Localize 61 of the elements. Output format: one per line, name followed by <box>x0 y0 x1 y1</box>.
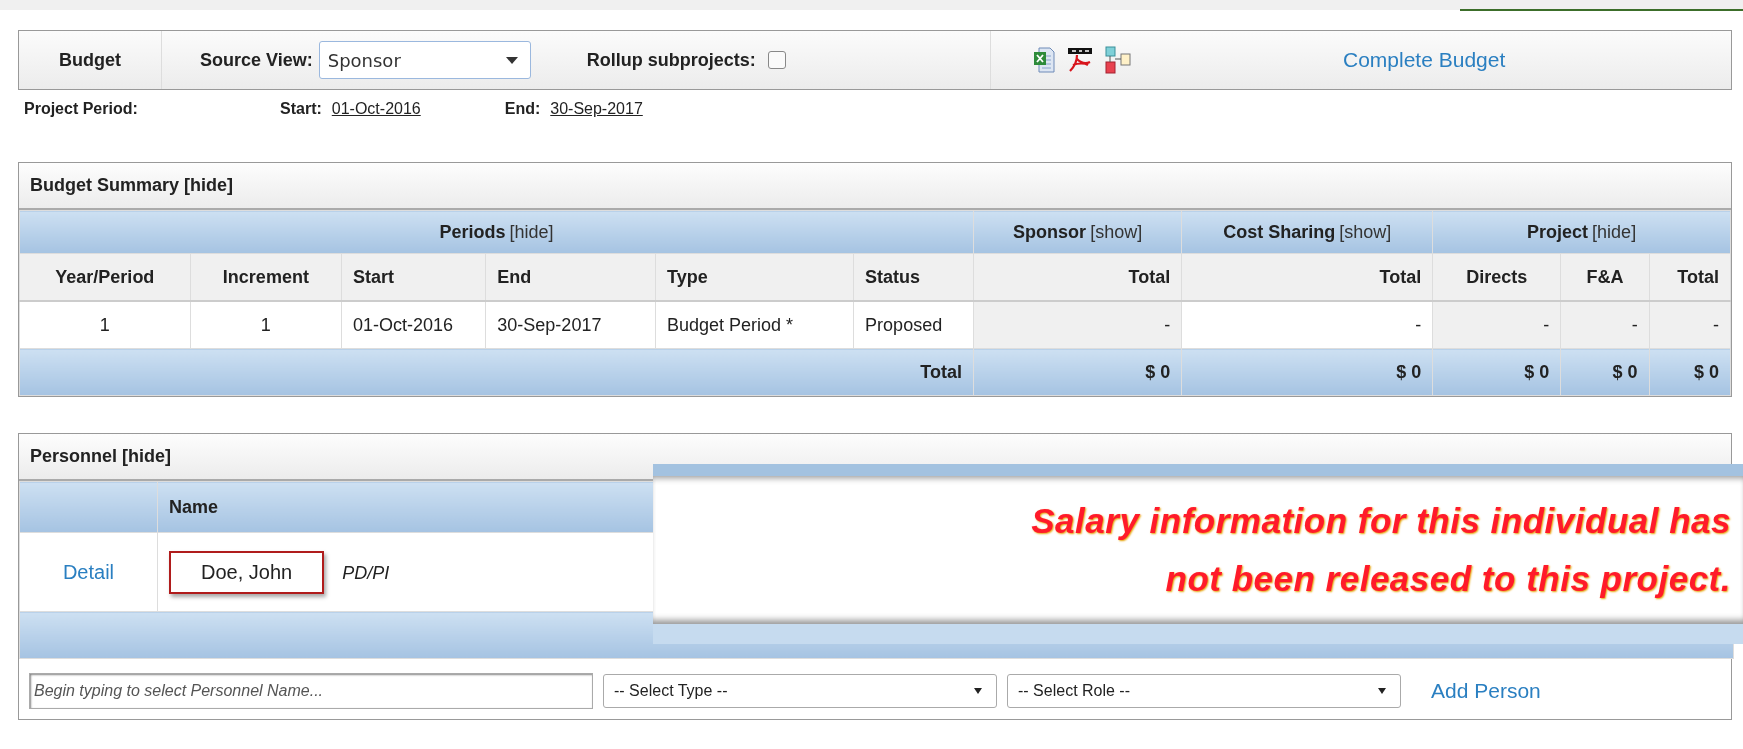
group-label: Cost Sharing <box>1223 221 1336 242</box>
start-label: Start: <box>280 100 322 118</box>
detail-link[interactable]: Detail <box>62 560 115 583</box>
end-date: 30-Sep-2017 <box>550 100 643 118</box>
group-label: Sponsor <box>1013 221 1087 242</box>
pdf-icon[interactable] <box>1067 47 1093 73</box>
caret-icon[interactable] <box>505 56 518 64</box>
type-select[interactable]: -- Select Type -- <box>603 674 997 708</box>
table-cell: 1 <box>19 301 191 349</box>
toggle-link[interactable]: [hide] <box>509 221 554 242</box>
column-header: F&A <box>1560 253 1650 301</box>
table-cell: 01-Oct-2016 <box>341 301 486 349</box>
column-header: Year/Period <box>19 253 191 301</box>
source-view-label: Source View: <box>200 49 313 71</box>
group-label: Project <box>1527 221 1589 242</box>
column-header: Total <box>973 253 1182 301</box>
table-cell: - <box>1649 301 1731 349</box>
table-cell: 1 <box>190 301 342 349</box>
table-cell: 30-Sep-2017 <box>485 301 656 349</box>
toggle-link[interactable]: [show] <box>1339 221 1392 242</box>
name-callout: Doe, John <box>169 550 325 594</box>
rollup-label: Rollup subprojects: <box>586 49 756 71</box>
column-header: End <box>485 253 656 301</box>
budget-label: Budget <box>59 49 121 71</box>
total-value: $ 0 <box>1560 348 1650 396</box>
total-label: Total <box>19 348 974 396</box>
caret-icon[interactable] <box>974 688 982 694</box>
column-header: Directs <box>1432 253 1561 301</box>
toggle-link[interactable]: [show] <box>1090 221 1143 242</box>
column-header: Increment <box>190 253 342 301</box>
total-value: $ 0 <box>1649 348 1731 396</box>
table-cell: - <box>1432 301 1561 349</box>
source-view-select[interactable]: Sponsor <box>318 41 531 79</box>
complete-budget-link[interactable]: Complete Budget <box>1343 48 1506 72</box>
table-cell: Budget Period * <box>655 301 854 349</box>
table-cell: - <box>1560 301 1650 349</box>
total-value: $ 0 <box>1432 348 1561 396</box>
toggle-link[interactable]: [hide] <box>1592 221 1637 242</box>
rollup-checkbox[interactable] <box>767 51 786 69</box>
hierarchy-icon[interactable] <box>1105 46 1131 74</box>
column-header: Total <box>1649 253 1731 301</box>
group-label: Periods <box>439 221 506 242</box>
total-value: $ 0 <box>1181 348 1433 396</box>
role-select[interactable]: -- Select Role -- <box>1007 674 1401 708</box>
table-cell: - <box>973 301 1182 349</box>
caret-icon[interactable] <box>1378 688 1386 694</box>
project-period-label: Project Period: <box>24 100 139 118</box>
role-label: PD/PI <box>342 562 390 583</box>
column-header: Total <box>1181 253 1433 301</box>
table-cell: - <box>1181 301 1433 349</box>
column-header: Start <box>341 253 486 301</box>
total-value: $ 0 <box>973 348 1182 396</box>
panel-title: Budget Summary [hide] <box>19 163 1731 210</box>
end-label: End: <box>504 100 541 118</box>
add-person-link[interactable]: Add Person <box>1431 679 1541 703</box>
column-header: Type <box>655 253 854 301</box>
spreadsheet-icon[interactable] <box>1033 47 1055 73</box>
column-header: Status <box>853 253 974 301</box>
personnel-name-field[interactable]: Begin typing to select Personnel Name... <box>29 673 593 709</box>
table-cell: Proposed <box>853 301 974 349</box>
start-date: 01-Oct-2016 <box>331 100 421 118</box>
